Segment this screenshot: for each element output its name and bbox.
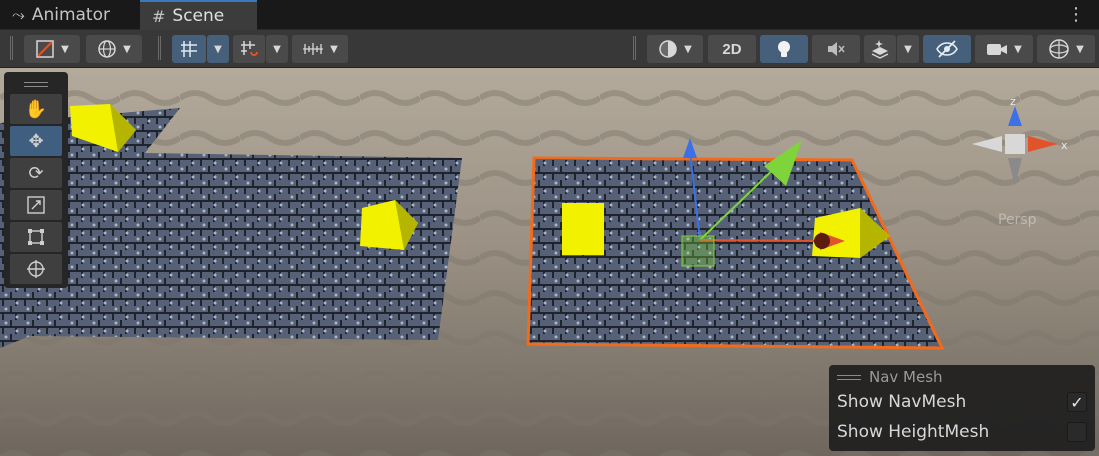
toolbar-grip — [158, 36, 161, 60]
gizmos-sphere-icon — [1049, 39, 1069, 59]
draw-mode-button[interactable]: ▼ — [24, 35, 80, 63]
chevron-down-icon: ▼ — [61, 43, 69, 55]
move-tool-button[interactable]: ✥ — [10, 126, 62, 156]
effects-button[interactable] — [864, 35, 896, 63]
hand-tool-button[interactable]: ✋ — [10, 94, 62, 124]
ruler-button[interactable]: ▼ — [292, 35, 348, 63]
increment-snap-button[interactable] — [233, 35, 265, 63]
navmesh-title: Nav Mesh — [869, 368, 943, 386]
view-2d-label: 2D — [722, 40, 742, 58]
tab-bar: ⤳ Animator # Scene ⋮ — [0, 0, 1099, 30]
ruler-icon — [303, 43, 324, 55]
move-arrows-icon: ✥ — [28, 130, 44, 152]
scale-tool-button[interactable] — [10, 190, 62, 220]
tab-animator[interactable]: ⤳ Animator — [0, 0, 136, 30]
scene-toolbar: ▼ ▼ ▼ ▼ ▼ ▼ 2D ▼ ▼ ▼ — [0, 30, 1099, 68]
lightbulb-icon — [778, 41, 790, 57]
navmesh-header[interactable]: Nav Mesh — [837, 368, 943, 386]
show-navmesh-label: Show NavMesh — [837, 392, 967, 412]
increment-snap-icon — [241, 41, 258, 56]
show-navmesh-row[interactable]: Show NavMesh ✓ — [837, 389, 1087, 415]
tools-overlay: ✋ ✥ ⟳ — [4, 72, 68, 288]
draw-mode-icon — [36, 40, 54, 58]
chevron-down-icon: ▼ — [123, 43, 131, 55]
rect-tool-button[interactable] — [10, 222, 62, 252]
gizmo-axis-z: z — [1010, 95, 1016, 108]
grid-snap-icon — [181, 41, 197, 57]
view-2d-button[interactable]: 2D — [708, 35, 756, 63]
camera-settings-button[interactable]: ▼ — [975, 35, 1033, 63]
rect-transform-icon — [28, 229, 44, 245]
grid-snap-button[interactable] — [172, 35, 206, 63]
audio-toggle-button[interactable] — [812, 35, 860, 63]
toolbar-grip — [10, 36, 13, 60]
chevron-down-icon: ▼ — [330, 43, 338, 55]
chevron-down-icon: ▼ — [904, 43, 912, 55]
show-heightmesh-row[interactable]: Show HeightMesh — [837, 419, 1087, 445]
show-heightmesh-checkbox[interactable] — [1067, 422, 1087, 442]
animator-icon: ⤳ — [12, 5, 25, 24]
tools-drag-handle[interactable] — [10, 76, 62, 92]
hidden-eye-icon — [936, 40, 958, 58]
rotate-tool-button[interactable]: ⟳ — [10, 158, 62, 188]
tab-scene[interactable]: # Scene — [140, 0, 257, 30]
gizmo-plane-handle[interactable] — [681, 235, 715, 267]
gizmos-button[interactable]: ▼ — [1037, 35, 1095, 63]
drag-handle-icon — [837, 374, 861, 380]
audio-mute-icon — [828, 42, 845, 56]
more-options-icon[interactable]: ⋮ — [1067, 4, 1085, 25]
global-local-button[interactable]: ▼ — [86, 35, 142, 63]
hash-icon: # — [152, 6, 166, 26]
chevron-down-icon: ▼ — [684, 43, 692, 55]
transform-tool-button[interactable] — [10, 254, 62, 284]
effects-dropdown[interactable]: ▼ — [897, 35, 919, 63]
gizmo-axis-x: x — [1061, 139, 1068, 152]
gizmo-x-axis[interactable] — [699, 239, 821, 242]
hand-icon: ✋ — [24, 98, 48, 120]
cube-right-plane[interactable] — [562, 203, 604, 255]
scale-icon — [27, 196, 45, 214]
toolbar-grip — [633, 36, 636, 60]
camera-icon — [987, 44, 1008, 55]
projection-label[interactable]: Persp — [998, 212, 1037, 228]
rotate-icon: ⟳ — [28, 162, 44, 184]
increment-snap-dropdown[interactable]: ▼ — [266, 35, 288, 63]
chevron-down-icon: ▼ — [1076, 43, 1084, 55]
transform-icon — [27, 260, 45, 278]
shading-sphere-icon — [659, 40, 677, 58]
show-heightmesh-label: Show HeightMesh — [837, 422, 990, 442]
shading-mode-button[interactable]: ▼ — [647, 35, 703, 63]
grid-snap-dropdown[interactable]: ▼ — [207, 35, 229, 63]
chevron-down-icon: ▼ — [273, 43, 281, 55]
globe-icon — [98, 40, 116, 58]
tab-scene-label: Scene — [172, 6, 225, 26]
chevron-down-icon: ▼ — [214, 43, 222, 55]
show-navmesh-checkbox[interactable]: ✓ — [1067, 392, 1087, 412]
navmesh-overlay: Nav Mesh Show NavMesh ✓ Show HeightMesh — [829, 365, 1095, 451]
effects-layers-icon — [871, 40, 889, 59]
lighting-toggle-button[interactable] — [760, 35, 808, 63]
chevron-down-icon: ▼ — [1014, 43, 1022, 55]
scene-visibility-button[interactable] — [923, 35, 971, 63]
tab-animator-label: Animator — [31, 5, 110, 25]
